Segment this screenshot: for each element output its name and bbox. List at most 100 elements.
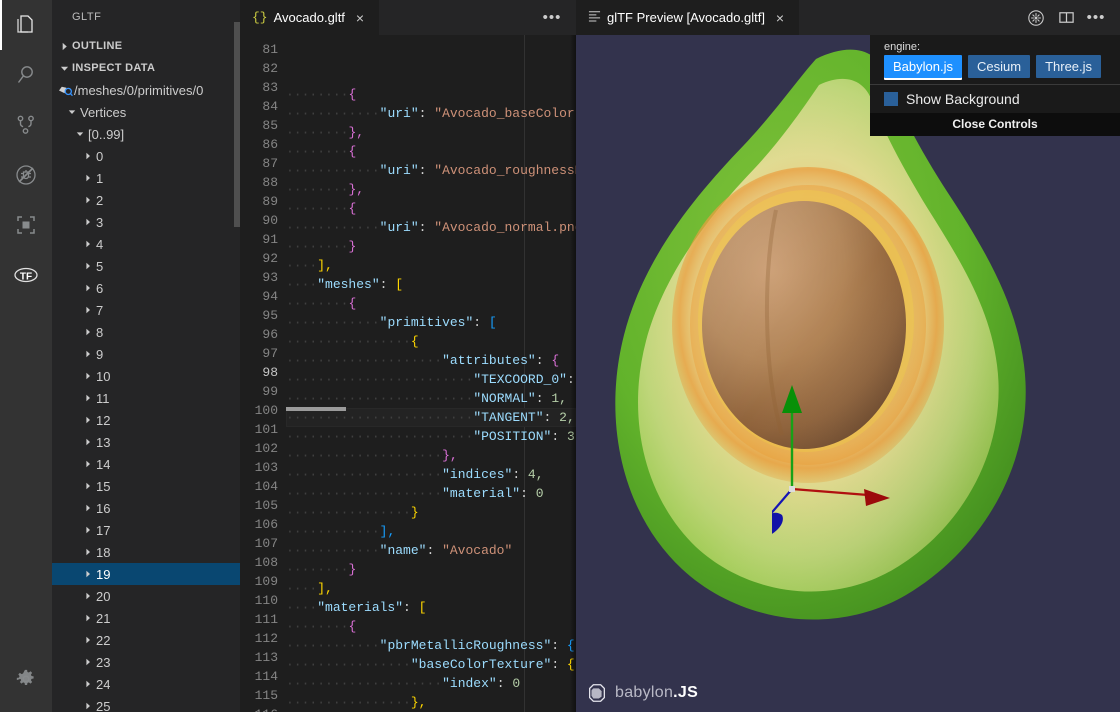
preview-more-actions-icon[interactable]: ••• — [1082, 4, 1110, 32]
code-line[interactable]: ····················"attributes": { — [286, 351, 576, 370]
tree-item-23[interactable]: 23 — [52, 651, 240, 673]
tree-item-10[interactable]: 10 — [52, 365, 240, 387]
tree-item-9[interactable]: 9 — [52, 343, 240, 365]
chevron-right-icon[interactable] — [80, 233, 96, 255]
code-line[interactable]: ························"POSITION": 3 — [286, 427, 576, 446]
code-line[interactable]: ····················"material": 0 — [286, 484, 576, 503]
chevron-right-icon[interactable] — [80, 387, 96, 409]
tab-gltf-preview[interactable]: glTF Preview [Avocado.gltf] × — [576, 0, 800, 35]
code-line[interactable]: ····"meshes": [ — [286, 275, 576, 294]
code-line[interactable]: ····················"index": 0 — [286, 674, 576, 693]
chevron-down-icon[interactable] — [64, 101, 80, 123]
tree-item-20[interactable]: 20 — [52, 585, 240, 607]
activity-run-and-debug-icon[interactable] — [0, 150, 52, 200]
activity-extensions-icon[interactable] — [0, 200, 52, 250]
code-line[interactable]: ········{ — [286, 294, 576, 313]
chevron-right-icon[interactable] — [80, 365, 96, 387]
engine-button-three-js[interactable]: Three.js — [1036, 55, 1102, 78]
tree-item-22[interactable]: 22 — [52, 629, 240, 651]
tree-item-7[interactable]: 7 — [52, 299, 240, 321]
activity-tensorflow-icon[interactable]: TF — [0, 250, 52, 300]
tree-item-16[interactable]: 16 — [52, 497, 240, 519]
code-line[interactable]: ············], — [286, 522, 576, 541]
code-content[interactable]: ········{············"uri": "Avocado_bas… — [286, 35, 576, 712]
tree-item-21[interactable]: 21 — [52, 607, 240, 629]
show-background-checkbox[interactable] — [884, 92, 898, 106]
chevron-right-icon[interactable] — [80, 299, 96, 321]
tree-item-0[interactable]: 0 — [52, 145, 240, 167]
engine-button-babylon-js[interactable]: Babylon.js — [884, 55, 962, 78]
code-line[interactable]: ····"materials": [ — [286, 598, 576, 617]
code-line[interactable]: ········{ — [286, 85, 576, 104]
tree-item-14[interactable]: 14 — [52, 453, 240, 475]
close-controls-button[interactable]: Close Controls — [870, 113, 1120, 136]
chevron-right-icon[interactable] — [80, 167, 96, 189]
engine-button-cesium[interactable]: Cesium — [967, 55, 1031, 78]
code-line[interactable]: ············"pbrMetallicRoughness": { — [286, 636, 576, 655]
split-editor-icon[interactable] — [1052, 4, 1080, 32]
code-line[interactable]: ····················}, — [286, 446, 576, 465]
code-line[interactable]: ················{ — [286, 332, 576, 351]
code-line[interactable]: ············"uri": "Avocado_roughnessMet… — [286, 161, 576, 180]
code-line[interactable]: ········{ — [286, 617, 576, 636]
tree-item-1[interactable]: 1 — [52, 167, 240, 189]
tree-item-17[interactable]: 17 — [52, 519, 240, 541]
tree-item-2[interactable]: 2 — [52, 189, 240, 211]
chevron-right-icon[interactable] — [80, 255, 96, 277]
chevron-right-icon[interactable] — [80, 431, 96, 453]
inspect-data-tree[interactable]: /meshes/0/primitives/0 Vertices [0..99] 0 1 2… — [52, 79, 240, 712]
tree-item-4[interactable]: 4 — [52, 233, 240, 255]
sidebar-section-inspect-data[interactable]: INSPECT DATA — [52, 57, 240, 79]
editor-horizontal-scrollbar[interactable] — [286, 407, 346, 411]
chevron-right-icon[interactable] — [80, 277, 96, 299]
tree-item-0-99[interactable]: [0..99] — [52, 123, 240, 145]
code-line[interactable]: ········} — [286, 560, 576, 579]
code-line[interactable]: ············"uri": "Avocado_baseColor.pn… — [286, 104, 576, 123]
chevron-right-icon[interactable] — [80, 519, 96, 541]
chevron-right-icon[interactable] — [80, 189, 96, 211]
code-line[interactable]: ························"TEXCOORD_0": 0, — [286, 370, 576, 389]
tree-item-24[interactable]: 24 — [52, 673, 240, 695]
tree-item-18[interactable]: 18 — [52, 541, 240, 563]
code-line[interactable]: ················} — [286, 503, 576, 522]
tree-item-15[interactable]: 15 — [52, 475, 240, 497]
chevron-right-icon[interactable] — [80, 651, 96, 673]
show-background-row[interactable]: Show Background — [870, 85, 1120, 113]
activity-source-control-icon[interactable] — [0, 100, 52, 150]
code-editor[interactable]: 81 82 83 84 85 86 87 88 89 90 91 92 93 94 95 96 97 98 99 10… — [240, 35, 576, 712]
preview-tab-close-icon[interactable]: × — [771, 9, 789, 27]
tree-item-vertices[interactable]: Vertices — [52, 101, 240, 123]
code-line[interactable]: ············"name": "Avocado" — [286, 541, 576, 560]
tree-item-12[interactable]: 12 — [52, 409, 240, 431]
avocado-model[interactable] — [576, 35, 1120, 712]
code-line[interactable]: ············"uri": "Avocado_normal.png" — [286, 218, 576, 237]
chevron-right-icon[interactable] — [80, 211, 96, 233]
code-line[interactable]: ········{ — [286, 199, 576, 218]
chevron-right-icon[interactable] — [80, 563, 96, 585]
chevron-right-icon[interactable] — [80, 321, 96, 343]
chevron-right-icon[interactable] — [80, 673, 96, 695]
activity-explorer-icon[interactable] — [0, 0, 52, 50]
chevron-right-icon[interactable] — [80, 145, 96, 167]
tree-item-25[interactable]: 25 — [52, 695, 240, 712]
tree-item-13[interactable]: 13 — [52, 431, 240, 453]
tree-item-8[interactable]: 8 — [52, 321, 240, 343]
code-line[interactable]: ················}, — [286, 693, 576, 712]
chevron-right-icon[interactable] — [80, 695, 96, 712]
chevron-right-icon[interactable] — [80, 497, 96, 519]
chevron-right-icon[interactable] — [80, 409, 96, 431]
code-line[interactable]: ························"NORMAL": 1, — [286, 389, 576, 408]
chevron-right-icon[interactable] — [80, 453, 96, 475]
code-line[interactable]: ········} — [286, 237, 576, 256]
chevron-right-icon[interactable] — [80, 629, 96, 651]
tree-item-19[interactable]: 19 — [52, 563, 240, 585]
code-line[interactable]: ········}, — [286, 180, 576, 199]
activity-gear-icon[interactable] — [0, 654, 52, 704]
gltf-settings-icon[interactable] — [1022, 4, 1050, 32]
chevron-right-icon[interactable] — [80, 585, 96, 607]
chevron-right-icon[interactable] — [80, 343, 96, 365]
tab-close-icon[interactable]: × — [351, 9, 369, 27]
chevron-right-icon[interactable] — [80, 475, 96, 497]
chevron-right-icon[interactable] — [80, 607, 96, 629]
gltf-preview-canvas[interactable]: engine: Babylon.js Cesium Three.js Show Ba… — [576, 35, 1120, 712]
